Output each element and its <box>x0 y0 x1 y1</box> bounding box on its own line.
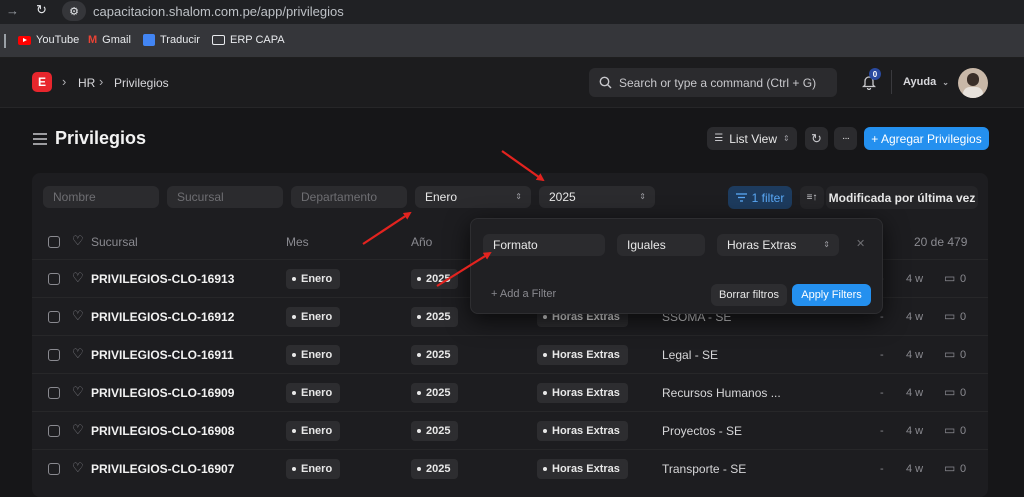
annotation-arrow <box>501 150 545 182</box>
annotation-arrow <box>436 251 492 287</box>
annotation-arrows <box>362 150 545 287</box>
annotation-arrow <box>362 211 412 245</box>
